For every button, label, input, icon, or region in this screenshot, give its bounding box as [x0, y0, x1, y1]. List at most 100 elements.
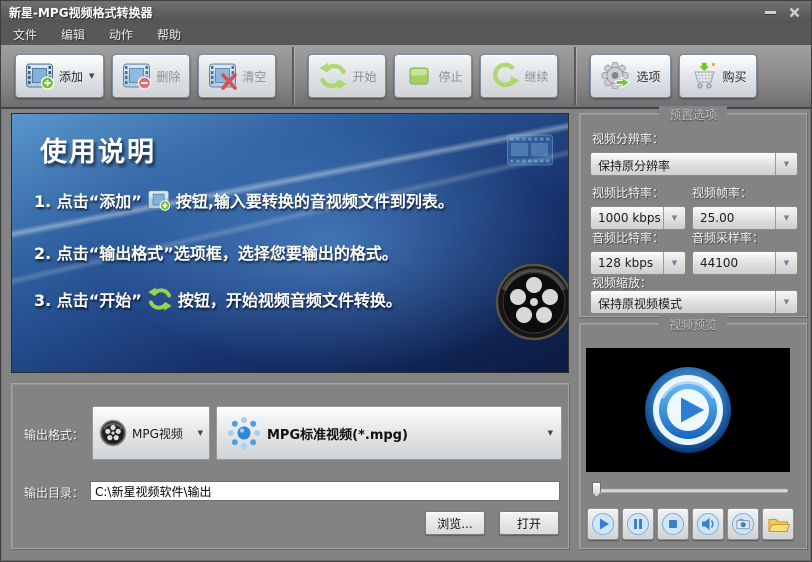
play-button[interactable] — [587, 508, 619, 540]
browse-button[interactable]: 浏览... — [425, 511, 485, 535]
buy-button[interactable]: 购买 — [678, 54, 757, 98]
film-remove-icon — [123, 63, 152, 90]
audio-bitrate-select[interactable]: 128 kbps ▼ — [590, 251, 686, 275]
resolution-label: 视频分辨率： — [592, 132, 665, 146]
mpg-reel-icon — [99, 419, 127, 447]
select-arrow-button[interactable]: ▼ — [663, 252, 685, 274]
select-arrow-button[interactable]: ▼ — [663, 207, 685, 229]
dropdown-arrow-icon: ▼ — [547, 429, 553, 437]
add-button[interactable]: 添加 ▼ — [15, 54, 105, 98]
start-button[interactable]: 开始 — [308, 54, 387, 98]
resolution-value: 保持原分辨率 — [598, 159, 671, 173]
instructions-title: 使用说明 — [40, 137, 156, 168]
menu-file[interactable]: 文件 — [1, 26, 49, 43]
preview-screen — [586, 348, 790, 472]
stop-playback-button[interactable] — [657, 508, 689, 540]
stop-button-label: 停止 — [438, 69, 463, 84]
media-player-logo-icon — [645, 367, 731, 453]
snapshot-icon — [732, 513, 754, 535]
format-profile-icon — [228, 417, 260, 449]
stop-playback-icon — [662, 513, 684, 535]
dropdown-arrow-icon: ▼ — [671, 259, 678, 267]
options-button[interactable]: 选项 — [590, 54, 671, 98]
stop-icon — [409, 67, 429, 85]
start-icon — [148, 287, 172, 311]
seek-slider[interactable] — [590, 482, 790, 498]
menubar: 文件 编辑 动作 帮助 — [1, 23, 811, 46]
preview-title: 视频预览 — [658, 316, 728, 333]
sample-rate-select[interactable]: 44100 ▼ — [692, 251, 798, 275]
output-format-label: 输出格式： — [24, 428, 85, 442]
start-icon — [319, 62, 347, 90]
slider-track — [596, 488, 788, 492]
dropdown-arrow-icon: ▼ — [783, 298, 790, 306]
window-controls — [761, 4, 803, 20]
instructions-panel: 使用说明 1. 点击“添加” 按钮,输入要转换的音视频文件到列表。 2. 点击“… — [11, 113, 569, 373]
format-type-value: MPG视频 — [132, 426, 183, 441]
video-bitrate-select[interactable]: 1000 kbps ▼ — [590, 206, 686, 230]
video-scale-label: 视频缩放： — [592, 276, 653, 290]
presets-title: 预置选项 — [658, 106, 728, 123]
select-arrow-button[interactable]: ▼ — [775, 291, 797, 313]
film-add-icon — [26, 63, 55, 90]
add-button-label: 添加 — [59, 69, 84, 84]
video-bitrate-label: 视频比特率： — [592, 186, 665, 200]
output-dir-input[interactable] — [90, 481, 560, 501]
presets-groupbox: 预置选项 视频分辨率： 保持原分辨率 ▼ 视频比特率： 视频帧率： 1000 k… — [579, 106, 807, 317]
stop-button[interactable]: 停止 — [394, 54, 473, 98]
sample-rate-value: 44100 — [700, 256, 739, 270]
sample-rate-label: 音频采样率： — [692, 231, 765, 245]
volume-button[interactable] — [692, 508, 724, 540]
minimize-button[interactable] — [761, 4, 779, 20]
dropdown-arrow-icon: ▼ — [783, 259, 790, 267]
slider-thumb[interactable] — [592, 482, 601, 497]
frame-rate-select[interactable]: 25.00 ▼ — [692, 206, 798, 230]
select-arrow-button[interactable]: ▼ — [775, 252, 797, 274]
pause-button[interactable] — [622, 508, 654, 540]
instruction-step-3: 3. 点击“开始” 按钮，开始视频音频文件转换。 — [34, 286, 402, 312]
buy-button-label: 购买 — [722, 69, 747, 84]
open-folder-button[interactable] — [762, 508, 794, 540]
resolution-select[interactable]: 保持原分辨率 ▼ — [590, 152, 798, 176]
menu-edit[interactable]: 编辑 — [49, 26, 97, 43]
format-profile-value: MPG标准视频(*.mpg) — [267, 427, 408, 443]
options-button-label: 选项 — [636, 69, 661, 84]
menu-help[interactable]: 帮助 — [145, 26, 193, 43]
close-button[interactable] — [785, 4, 803, 20]
close-icon — [789, 7, 799, 17]
gear-icon — [602, 62, 631, 89]
output-dir-label: 输出目录： — [24, 486, 85, 500]
output-groupbox: 输出格式： MPG视频 ▼ MPG标准视频(*.mpg) ▼ 输出目录： C:\… — [11, 383, 569, 549]
cart-icon — [693, 62, 715, 89]
step1-text-pre: 1. 点击“添加” — [34, 192, 142, 211]
snapshot-button[interactable] — [727, 508, 759, 540]
window-title: 新星-MPG视频格式转换器 — [9, 5, 153, 20]
dropdown-arrow-icon: ▼ — [783, 214, 790, 222]
toolbar-separator — [292, 47, 295, 105]
titlebar: 新星-MPG视频格式转换器 — [1, 1, 811, 23]
format-profile-dropdown[interactable]: MPG标准视频(*.mpg) ▼ — [216, 406, 562, 460]
app-window: 新星-MPG视频格式转换器 文件 编辑 动作 帮助 添加 ▼ 删除 清空 开始 … — [0, 0, 812, 562]
play-icon — [592, 513, 614, 535]
format-type-dropdown[interactable]: MPG视频 ▼ — [92, 406, 210, 460]
folder-icon — [768, 519, 791, 532]
dropdown-arrow-icon: ▼ — [671, 214, 678, 222]
clear-button-label: 清空 — [242, 69, 267, 84]
audio-bitrate-value: 128 kbps — [598, 256, 654, 270]
step1-text-post: 按钮,输入要转换的音视频文件到列表。 — [175, 192, 454, 211]
select-arrow-button[interactable]: ▼ — [775, 207, 797, 229]
film-reel-graphic — [495, 263, 568, 341]
select-arrow-button[interactable]: ▼ — [775, 153, 797, 175]
video-scale-value: 保持原视频模式 — [598, 297, 683, 311]
menu-action[interactable]: 动作 — [97, 26, 145, 43]
filmstrip-watermark-icon — [507, 134, 553, 166]
toolbar-separator — [574, 47, 577, 105]
video-scale-select[interactable]: 保持原视频模式 ▼ — [590, 290, 798, 314]
open-button[interactable]: 打开 — [499, 511, 559, 535]
toolbar: 添加 ▼ 删除 清空 开始 停止 继续 选项 购买 — [1, 45, 811, 109]
clear-button[interactable]: 清空 — [198, 54, 277, 98]
resume-button[interactable]: 继续 — [480, 54, 559, 98]
delete-button[interactable]: 删除 — [112, 54, 191, 98]
step3-text-pre: 3. 点击“开始” — [34, 291, 142, 310]
film-clear-icon — [209, 63, 238, 90]
